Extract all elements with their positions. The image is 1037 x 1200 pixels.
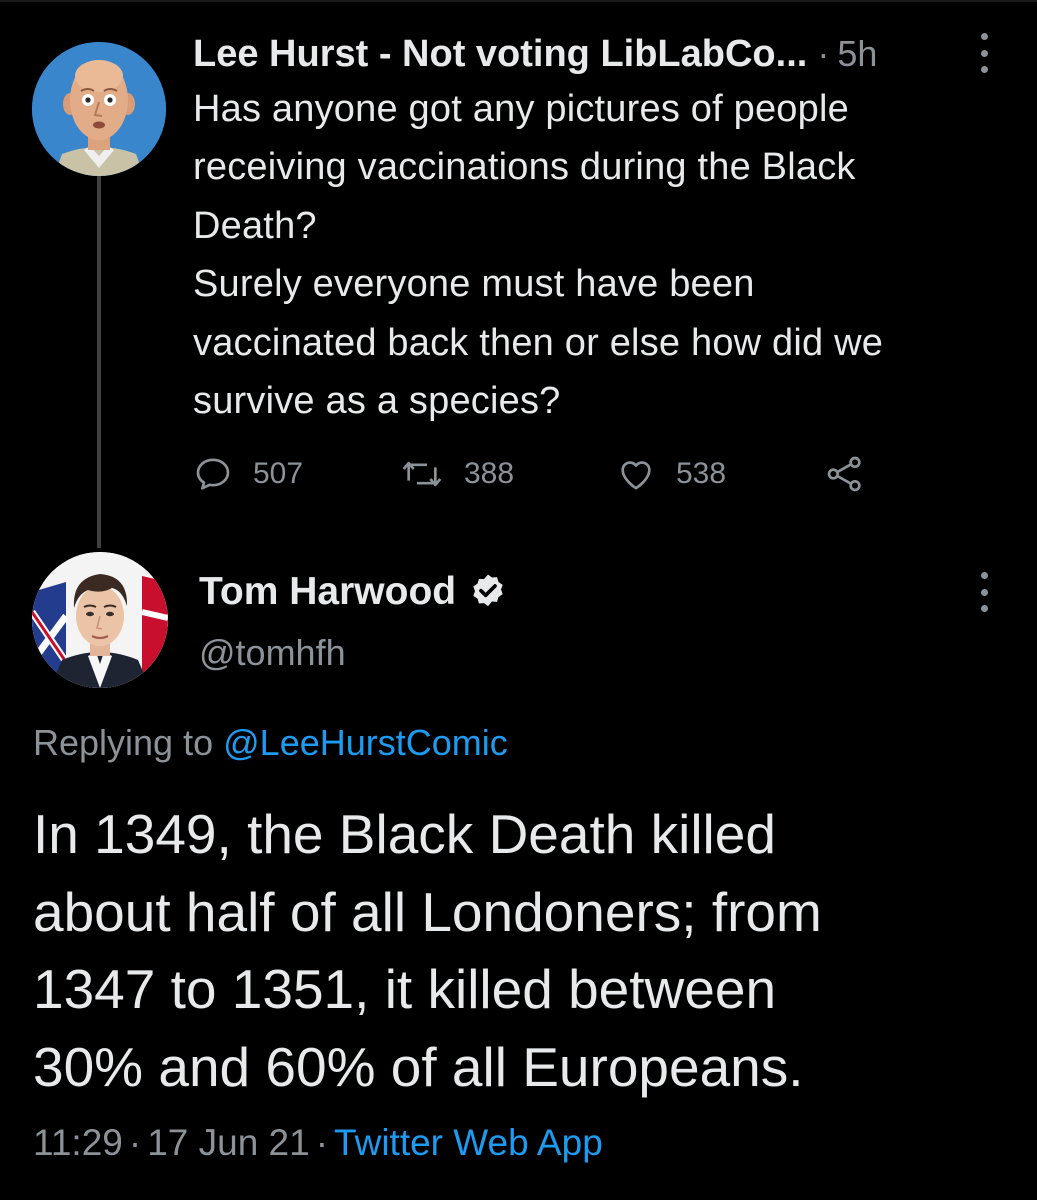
reply-author-handle[interactable]: @tomhfh	[199, 632, 346, 674]
parent-text-line: survive as a species?	[193, 380, 561, 423]
header-separator: ·	[817, 33, 830, 74]
parent-timestamp[interactable]: 5h	[837, 33, 877, 75]
meta-separator: ·	[315, 1122, 329, 1163]
tweet-thread-screen: Lee Hurst - Not voting LibLabCo... · 5h …	[0, 0, 1037, 1200]
replying-to-label: Replying to	[33, 722, 214, 763]
reply-button[interactable]: 507	[193, 446, 303, 502]
reply-date[interactable]: 17 Jun 21	[147, 1122, 310, 1163]
reply-author-name[interactable]: Tom Harwood	[199, 570, 456, 614]
more-icon[interactable]	[978, 33, 990, 73]
reply-time[interactable]: 11:29	[33, 1122, 123, 1163]
reply-tweet-text: In 1349, the Black Death killed about ha…	[33, 796, 1023, 1106]
like-count: 538	[676, 457, 727, 490]
reply-author-row: Tom Harwood	[199, 566, 508, 618]
lee-hurst-avatar-image	[32, 42, 166, 176]
retweet-button[interactable]: 388	[400, 446, 514, 502]
like-button[interactable]: 538	[616, 446, 726, 502]
retweet-icon	[402, 461, 442, 487]
replying-to-mention-link[interactable]: @LeeHurstComic	[223, 722, 508, 763]
parent-text-line: Has anyone got any pictures of people	[193, 88, 849, 130]
meta-separator: ·	[128, 1122, 142, 1163]
reply-tweet-metadata: 11:29 · 17 Jun 21 · Twitter Web App	[33, 1122, 603, 1164]
reply-icon	[196, 458, 230, 490]
retweet-count: 388	[464, 457, 515, 490]
share-icon	[827, 456, 861, 492]
top-divider	[0, 0, 1037, 2]
parent-text-line: vaccinated back then or else how did we	[193, 321, 884, 364]
replying-to-line: Replying to @LeeHurstComic	[33, 722, 508, 764]
share-button[interactable]	[825, 446, 865, 502]
parent-author-name[interactable]: Lee Hurst - Not voting LibLabCo...	[193, 33, 807, 76]
parent-tweet-text: Has anyone got any pictures of people re…	[193, 80, 1013, 430]
tom-harwood-avatar[interactable]	[32, 552, 168, 688]
parent-tweet-header: Lee Hurst - Not voting LibLabCo... · 5h	[193, 26, 1003, 82]
parent-text-line: Surely everyone must have been	[193, 263, 755, 306]
reply-count: 507	[253, 457, 304, 490]
like-icon	[621, 461, 651, 490]
verified-icon	[473, 574, 503, 607]
source-app-link[interactable]: Twitter Web App	[334, 1122, 603, 1163]
parent-tweet-actions: 507 388 538	[193, 446, 913, 502]
reply-text-line: In 1349, the Black Death killed	[33, 803, 776, 865]
reply-text-line: about half of all Londoners; from	[33, 880, 822, 943]
lee-hurst-avatar[interactable]	[32, 42, 166, 176]
tom-harwood-avatar-image	[32, 552, 168, 688]
thread-connector-line	[97, 176, 101, 548]
more-icon[interactable]	[978, 572, 990, 612]
reply-text-line: 30% and 60% of all Europeans.	[33, 1035, 804, 1098]
parent-text-line: receiving vaccinations during the Black	[193, 146, 856, 189]
reply-text-line: 1347 to 1351, it killed between	[33, 958, 777, 1020]
parent-text-line: Death?	[193, 204, 317, 247]
